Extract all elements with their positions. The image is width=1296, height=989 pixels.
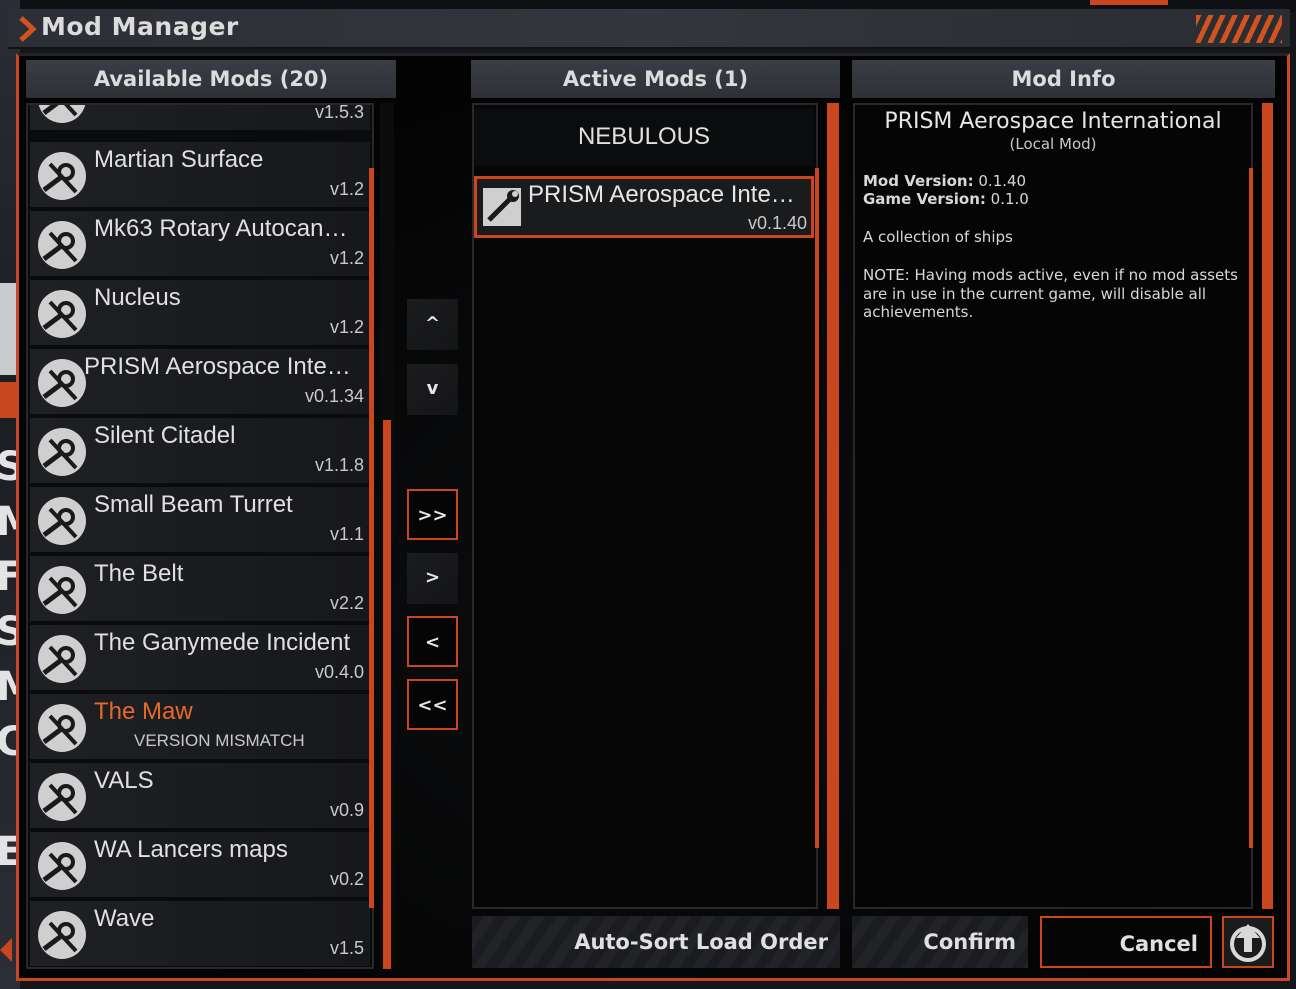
list-item[interactable]: PRISM Aerospace Inte… v0.1.34 — [30, 349, 370, 414]
active-mods-header: Active Mods (1) — [471, 60, 840, 98]
active-mod-version: v0.1.40 — [747, 213, 807, 233]
mod-name: The Belt — [94, 560, 184, 587]
list-item[interactable]: Silent Citadel v1.1.8 — [30, 418, 370, 483]
mod-info-panel: PRISM Aerospace International (Local Mod… — [853, 103, 1253, 909]
list-item[interactable]: Martian Surface v1.2 — [30, 142, 370, 207]
mod-version: v1.2 — [329, 248, 364, 268]
move-down-button[interactable]: v — [407, 364, 458, 415]
mod-name: Nucleus — [94, 284, 181, 311]
mod-wrench-icon — [38, 105, 86, 123]
mod-version: v0.4.0 — [314, 662, 364, 682]
list-item[interactable]: Mk63 Rotary Autocan… v1.2 — [30, 211, 370, 276]
info-mod-title: PRISM Aerospace International — [884, 109, 1222, 134]
add-all-button[interactable]: >> — [407, 489, 458, 540]
wrench-icon — [483, 188, 521, 226]
mod-wrench-icon — [38, 566, 86, 614]
list-item[interactable]: v1.5.3 — [30, 103, 370, 130]
mod-name: Small Beam Turret — [94, 491, 293, 518]
mod-wrench-icon — [38, 911, 86, 959]
active-scrollbar-thumb[interactable] — [827, 103, 839, 909]
mod-wrench-icon — [38, 359, 86, 407]
mod-wrench-icon — [38, 152, 86, 200]
title-bar: Mod Manager — [8, 9, 1290, 49]
mod-name: Martian Surface — [94, 146, 264, 173]
mod-version: v1.2 — [329, 317, 364, 337]
available-scrollbar-thumb[interactable] — [383, 420, 391, 969]
list-item[interactable]: The Belt v2.2 — [30, 556, 370, 621]
mod-name: The Maw — [94, 698, 193, 725]
mod-wrench-icon — [38, 497, 86, 545]
list-item[interactable]: The Maw VERSION MISMATCH — [30, 694, 370, 759]
mod-version: v0.2 — [329, 869, 364, 889]
mod-version-label: Mod Version: — [863, 172, 974, 190]
background-arrow-icon — [0, 938, 12, 962]
active-group-label: NEBULOUS — [474, 108, 814, 166]
mod-version: v1.5 — [329, 938, 364, 958]
mod-name: Silent Citadel — [94, 422, 236, 449]
mod-wrench-icon — [38, 428, 86, 476]
list-item[interactable]: VALS v0.9 — [30, 763, 370, 828]
background-chip — [1090, 0, 1168, 5]
mod-version: v1.2 — [329, 179, 364, 199]
mod-wrench-icon — [38, 290, 86, 338]
mod-wrench-icon — [38, 773, 86, 821]
list-item[interactable]: Small Beam Turret v1.1 — [30, 487, 370, 552]
game-version-value: 0.1.0 — [990, 190, 1029, 208]
info-note-line: are in use in the current game, will dis… — [863, 285, 1207, 303]
info-mod-version-line: Mod Version: 0.1.40 — [863, 172, 1247, 190]
info-mod-source: (Local Mod) — [1009, 135, 1097, 153]
info-scroll-indicator[interactable] — [1249, 168, 1253, 848]
mod-wrench-icon — [38, 221, 86, 269]
mod-wrench-icon — [38, 635, 86, 683]
mod-version: v0.9 — [329, 800, 364, 820]
version-mismatch-warning: VERSION MISMATCH — [134, 731, 305, 750]
available-mods-header: Available Mods (20) — [26, 60, 396, 98]
info-note-line: achievements. — [863, 303, 974, 321]
list-item[interactable]: WA Lancers maps v0.2 — [30, 832, 370, 897]
active-mod-item[interactable]: PRISM Aerospace Inte… v0.1.40 — [474, 176, 814, 238]
background-grey-block — [0, 283, 16, 375]
mod-name: VALS — [94, 767, 154, 794]
mod-version: v1.1.8 — [314, 455, 364, 475]
mod-version: v0.1.34 — [304, 386, 364, 406]
mod-version: v2.2 — [329, 593, 364, 613]
chevron-right-icon — [19, 16, 37, 42]
info-game-version-line: Game Version: 0.1.0 — [863, 190, 1247, 208]
active-mod-name: PRISM Aerospace Inte… — [528, 181, 795, 208]
window-title: Mod Manager — [41, 12, 239, 41]
mod-name: PRISM Aerospace Inte… — [84, 353, 351, 380]
upload-icon[interactable] — [1222, 916, 1274, 968]
title-stripes-decoration — [1196, 15, 1282, 43]
list-item[interactable]: Nucleus v1.2 — [30, 280, 370, 345]
info-description: A collection of ships — [863, 228, 1013, 246]
auto-sort-button[interactable]: Auto-Sort Load Order — [472, 916, 840, 968]
remove-all-button[interactable]: << — [407, 679, 458, 730]
mod-version-value: 0.1.40 — [978, 172, 1027, 190]
move-up-button[interactable]: ^ — [407, 299, 458, 350]
info-scrollbar-thumb[interactable] — [1262, 103, 1273, 909]
mod-version: v1.1 — [329, 524, 364, 544]
list-item[interactable]: Wave v1.5 — [30, 901, 370, 966]
mod-name: The Ganymede Incident — [94, 629, 351, 656]
confirm-button[interactable]: Confirm — [852, 916, 1028, 968]
cancel-button[interactable]: Cancel — [1040, 916, 1212, 968]
mod-version: v1.5.3 — [314, 103, 364, 122]
mod-name: WA Lancers maps — [94, 836, 288, 863]
list-item[interactable]: The Ganymede Incident v0.4.0 — [30, 625, 370, 690]
active-list-scroll-indicator[interactable] — [815, 168, 819, 848]
available-mods-list[interactable]: v1.5.3 Martian Surface v1.2 Mk63 Rotary … — [26, 103, 374, 969]
info-note-line: NOTE: Having mods active, even if no mod… — [863, 266, 1238, 284]
remove-selected-button[interactable]: < — [407, 616, 458, 667]
game-version-label: Game Version: — [863, 190, 986, 208]
mod-name: Mk63 Rotary Autocan… — [94, 215, 348, 242]
mod-wrench-icon — [38, 842, 86, 890]
mod-info-header: Mod Info — [852, 60, 1275, 98]
available-list-scroll-indicator[interactable] — [369, 168, 374, 908]
add-selected-button[interactable]: > — [407, 553, 458, 604]
mod-wrench-icon — [38, 704, 86, 752]
mod-name: Wave — [94, 905, 155, 932]
